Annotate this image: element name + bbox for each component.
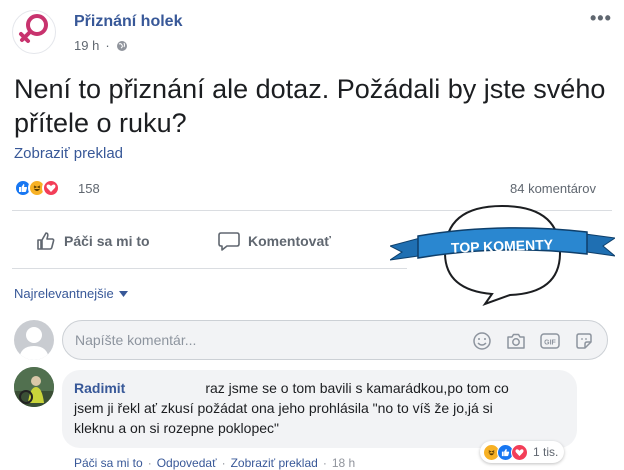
comment-time[interactable]: 18 h [332, 456, 355, 470]
globe-icon [116, 40, 127, 51]
sort-label: Najrelevantnejšie [14, 286, 114, 301]
emoji-icon[interactable] [471, 330, 493, 352]
commenter-photo [14, 367, 54, 407]
separator-dot: · [105, 38, 110, 53]
commenter-avatar[interactable] [14, 367, 54, 407]
post-translate-link[interactable]: Zobraziť preklad [14, 145, 123, 162]
comment-text-line1: raz jsme se o tom bavili s kamarádkou,po… [205, 380, 509, 396]
page-name[interactable]: Přiznání holek [74, 13, 182, 31]
top-comments-badge: TOP KOMENTY [390, 204, 615, 307]
reaction-icons[interactable] [14, 179, 60, 197]
page-avatar[interactable] [12, 10, 56, 54]
more-options-icon[interactable]: ••• [590, 8, 612, 29]
divider [12, 268, 407, 269]
input-icons: GIF [471, 330, 595, 352]
post-time[interactable]: 19 h [74, 38, 99, 53]
chevron-down-icon [118, 290, 128, 297]
comment-bubble: Radimit raz jsme se o tom bavili s kamará… [62, 370, 577, 448]
comment-text-line3: kleknu a on si rozepne poklopec" [74, 420, 279, 436]
speech-bubble-icon [218, 232, 240, 251]
svg-text:GIF: GIF [544, 340, 556, 347]
comment-button-label: Komentovať [248, 233, 331, 249]
comment-text-line2: jsem ji řekl ať zkusí požádat ona jeho p… [74, 400, 493, 416]
comment-actions: Páči sa mi to · Odpovedať · Zobraziť pre… [74, 456, 356, 470]
love-reaction-icon [42, 179, 60, 197]
reaction-count[interactable]: 158 [78, 181, 100, 196]
like-button-label: Páči sa mi to [64, 233, 150, 249]
like-button[interactable]: Páči sa mi to [36, 231, 150, 251]
post-meta: 19 h · [74, 38, 128, 53]
female-symbol-logo [19, 14, 48, 43]
gif-icon[interactable]: GIF [539, 330, 561, 352]
comment-input[interactable]: Napíšte komentár... GIF [62, 320, 608, 360]
camera-icon[interactable] [505, 330, 527, 352]
comment-translate-link[interactable]: Zobraziť preklad [231, 456, 318, 470]
current-user-avatar[interactable] [14, 320, 54, 360]
comment-input-placeholder: Napíšte komentár... [75, 332, 197, 348]
comment-button[interactable]: Komentovať [218, 231, 331, 251]
default-user-icon [19, 327, 49, 360]
comment-like-link[interactable]: Páči sa mi to [74, 456, 143, 470]
comment-reply-link[interactable]: Odpovedať [157, 456, 217, 470]
thumbs-up-icon [37, 232, 55, 250]
comment-reactions[interactable]: 1 tis. [480, 441, 565, 463]
sticker-icon[interactable] [573, 330, 595, 352]
post-text: Není to přiznání ale dotaz. Požádali by … [14, 74, 606, 138]
love-reaction-icon [511, 443, 528, 461]
comment-sort-dropdown[interactable]: Najrelevantnejšie [14, 286, 128, 301]
comment-count[interactable]: 84 komentárov [510, 181, 596, 196]
comment-author[interactable]: Radimit [74, 380, 125, 396]
comment-reaction-count: 1 tis. [533, 445, 559, 459]
